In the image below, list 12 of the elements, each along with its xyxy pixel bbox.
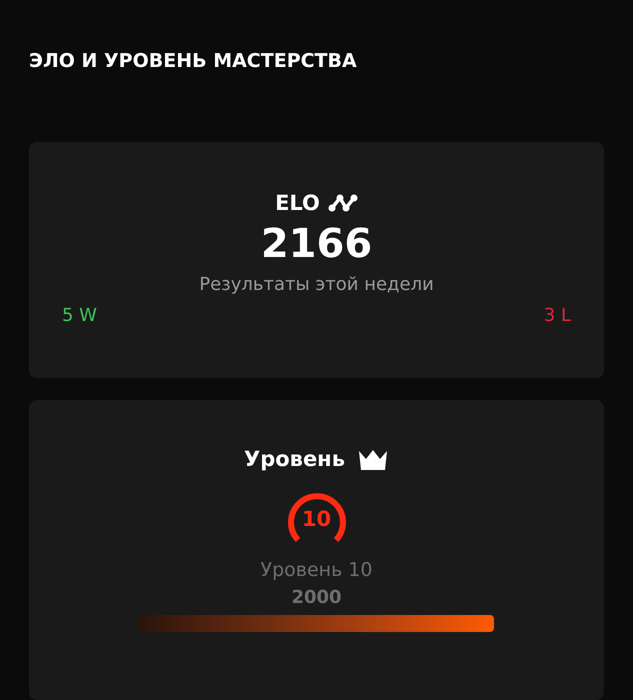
level-badge: 10 bbox=[284, 490, 350, 550]
graph-icon bbox=[328, 192, 358, 214]
level-title: Уровень bbox=[244, 446, 345, 473]
elo-value: 2166 bbox=[260, 220, 372, 269]
level-points: 2000 bbox=[291, 586, 342, 610]
section-title: ЭЛО И УРОВЕНЬ МАСТЕРСТВА bbox=[29, 49, 357, 74]
week-results-label: Результаты этой недели bbox=[199, 273, 434, 297]
level-name: Уровень 10 bbox=[260, 558, 372, 582]
wins-count: 5 W bbox=[62, 304, 97, 328]
crown-icon bbox=[356, 448, 389, 472]
losses-count: 3 L bbox=[544, 304, 571, 328]
elo-label: ELO bbox=[275, 190, 320, 216]
